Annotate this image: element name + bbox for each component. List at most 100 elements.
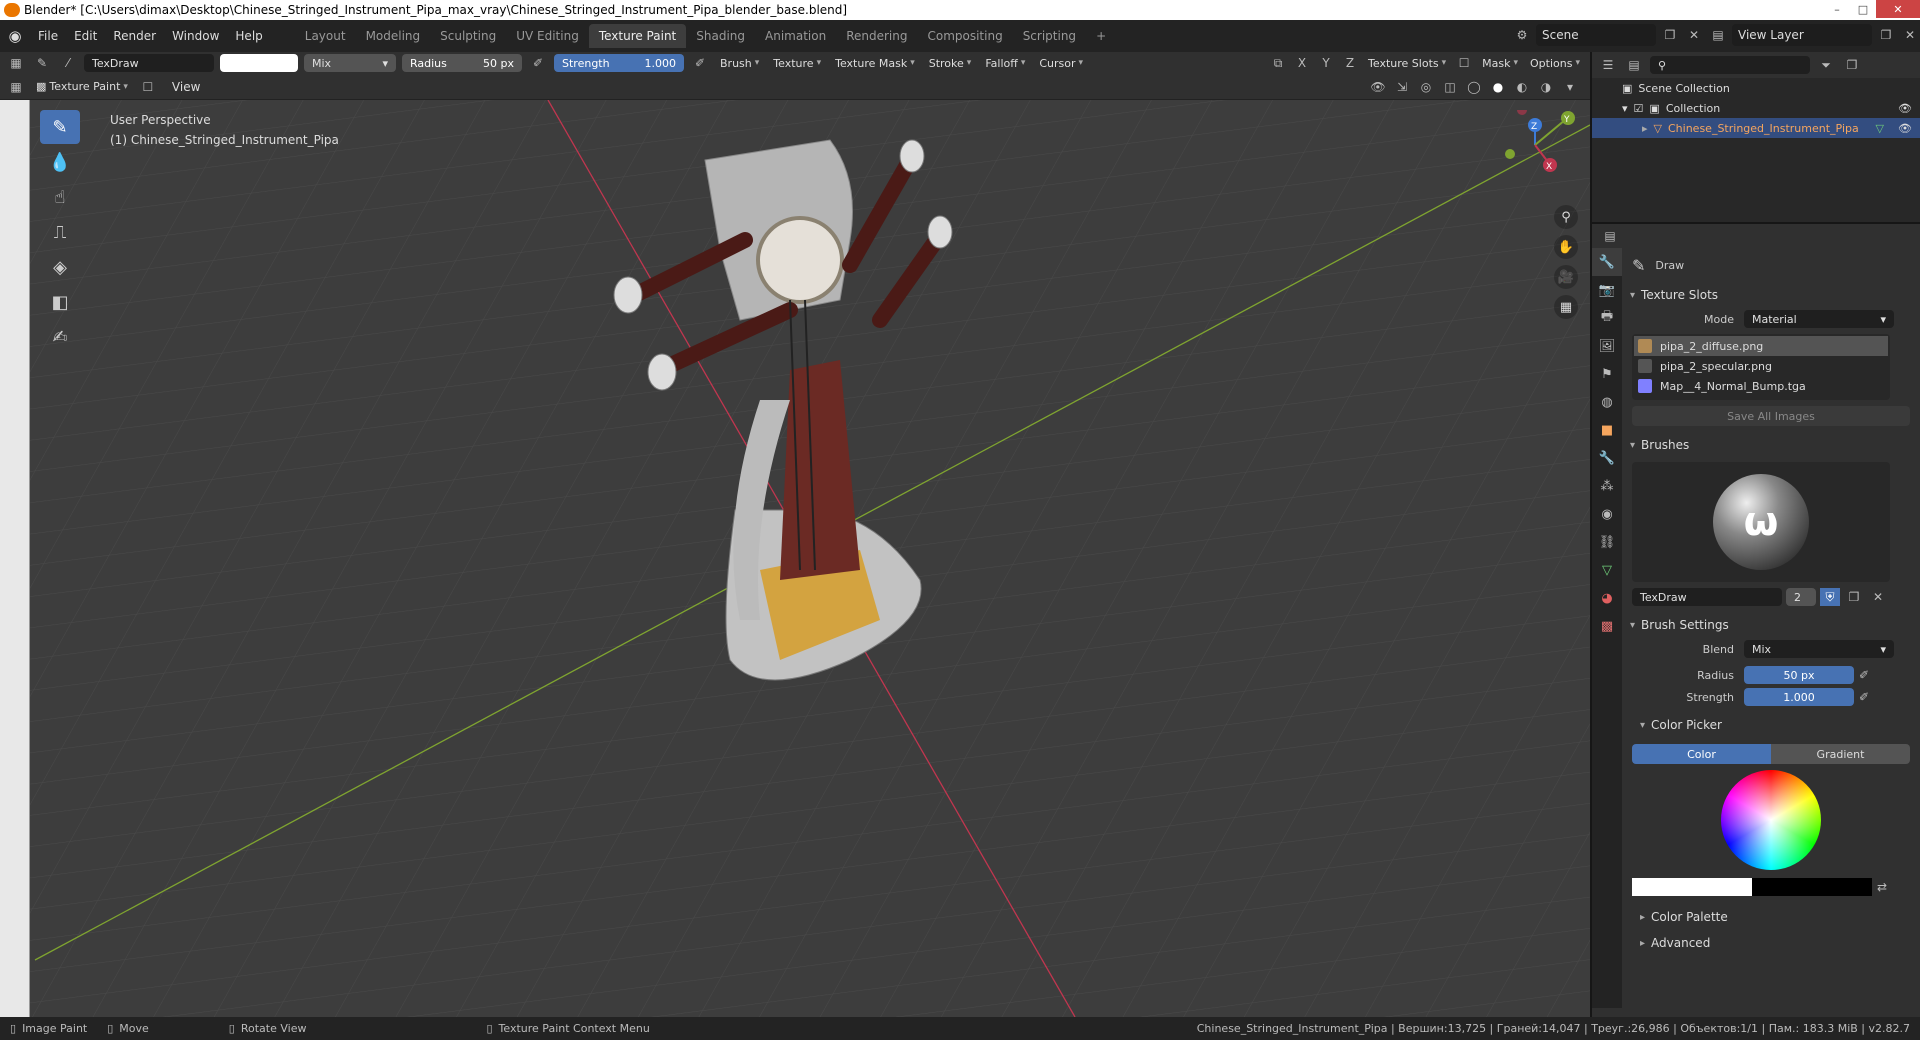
eye-icon[interactable]: 👁 xyxy=(1898,122,1912,135)
tab-shading[interactable]: Shading xyxy=(686,24,755,48)
list-item[interactable]: pipa_2_specular.png xyxy=(1634,356,1888,376)
fake-user-shield-icon[interactable]: ⛨ xyxy=(1820,588,1840,606)
view-layer-field[interactable]: View Layer xyxy=(1732,24,1872,46)
scene-browse-icon[interactable]: ⚙ xyxy=(1512,26,1532,44)
mirror-z-toggle[interactable]: Z xyxy=(1340,54,1360,72)
tab-physics-icon[interactable]: ◉ xyxy=(1592,500,1622,528)
mode-dropdown[interactable]: Material ▾ xyxy=(1744,310,1894,328)
solid-shading-icon[interactable]: ● xyxy=(1488,78,1508,96)
tab-scripting[interactable]: Scripting xyxy=(1013,24,1086,48)
secondary-color-swatch[interactable] xyxy=(1752,878,1872,896)
brush-icon[interactable]: ⁄ xyxy=(58,54,78,72)
tab-output-icon[interactable]: 🖶 xyxy=(1592,304,1622,332)
strength-slider[interactable]: 1.000 xyxy=(1744,688,1854,706)
add-workspace-button[interactable]: + xyxy=(1086,24,1116,48)
face-mask-icon[interactable]: ☐ xyxy=(138,78,158,96)
new-collection-icon[interactable]: ❐ xyxy=(1842,56,1862,74)
minimize-button[interactable]: – xyxy=(1824,0,1850,18)
editor-type-icon[interactable]: ▦ xyxy=(6,54,26,72)
tab-rendering[interactable]: Rendering xyxy=(836,24,917,48)
viewport-editor-type-icon[interactable]: ▦ xyxy=(6,78,26,96)
menu-window[interactable]: Window xyxy=(164,29,227,43)
outliner-scene-collection[interactable]: ▣ Scene Collection xyxy=(1592,78,1920,98)
menu-file[interactable]: File xyxy=(30,29,66,43)
mask-tool-icon[interactable]: ◧ xyxy=(40,285,80,319)
close-button[interactable]: ✕ xyxy=(1876,0,1920,18)
brush-datablock-name[interactable]: TexDraw xyxy=(1632,588,1782,606)
tab-gradient[interactable]: Gradient xyxy=(1771,744,1910,764)
delete-scene-icon[interactable]: ✕ xyxy=(1684,26,1704,44)
stroke-menu[interactable]: Stroke xyxy=(925,57,976,70)
texture-slots-panel-header[interactable]: Texture Slots xyxy=(1624,282,1918,308)
save-all-images-button[interactable]: Save All Images xyxy=(1632,406,1910,426)
color-wheel[interactable] xyxy=(1721,770,1821,870)
material-shading-icon[interactable]: ◐ xyxy=(1512,78,1532,96)
list-item[interactable]: Map__4_Normal_Bump.tga xyxy=(1634,376,1888,396)
xray-toggle-icon[interactable]: ◫ xyxy=(1440,78,1460,96)
tab-modifiers-icon[interactable]: 🔧 xyxy=(1592,444,1622,472)
3d-viewport[interactable]: ✎ 💧 ☝ ⎍ ◈ ◧ ✍ User Perspective (1) Chine… xyxy=(0,100,1590,1017)
tab-render-icon[interactable]: 📷 xyxy=(1592,276,1622,304)
outliner-object-row[interactable]: ▸ ▽ Chinese_Stringed_Instrument_Pipa ▽ 👁 xyxy=(1592,118,1920,138)
radius-field[interactable]: Radius 50 px xyxy=(402,54,522,72)
soften-tool-icon[interactable]: 💧 xyxy=(40,145,80,179)
rendered-shading-icon[interactable]: ◑ xyxy=(1536,78,1556,96)
strength-field[interactable]: Strength 1.000 xyxy=(554,54,684,72)
tab-sculpting[interactable]: Sculpting xyxy=(430,24,506,48)
outliner-search-input[interactable]: ⚲ xyxy=(1650,56,1810,74)
mode-dropdown[interactable]: ▩ Texture Paint xyxy=(32,80,132,93)
options-menu[interactable]: Options xyxy=(1526,57,1584,70)
blend-dropdown[interactable]: Mix ▾ xyxy=(1744,640,1894,658)
color-palette-panel-header[interactable]: Color Palette xyxy=(1624,904,1918,930)
overlay-toggle-icon[interactable]: ◎ xyxy=(1416,78,1436,96)
gizmo-toggle-icon[interactable]: ⇲ xyxy=(1392,78,1412,96)
tab-texture-paint[interactable]: Texture Paint xyxy=(588,24,687,48)
tab-modeling[interactable]: Modeling xyxy=(356,24,431,48)
brush-color-swatch[interactable] xyxy=(220,54,298,72)
tab-texture-icon[interactable]: ▩ xyxy=(1592,612,1622,640)
radius-pressure-icon[interactable]: ✐ xyxy=(1854,666,1874,684)
properties-editor-type-icon[interactable]: ▤ xyxy=(1600,227,1620,245)
duplicate-brush-icon[interactable]: ❐ xyxy=(1844,588,1864,606)
brush-settings-panel-header[interactable]: Brush Settings xyxy=(1624,612,1918,638)
expand-arrow-icon[interactable]: ▸ xyxy=(1642,122,1648,135)
pan-hand-icon[interactable]: ✋ xyxy=(1554,235,1578,259)
tab-uv-editing[interactable]: UV Editing xyxy=(506,24,589,48)
draw-tool-icon[interactable]: ✎ xyxy=(40,110,80,144)
eye-icon[interactable]: 👁 xyxy=(1898,102,1912,115)
tab-view-layer-icon[interactable]: 🖼 xyxy=(1592,332,1622,360)
tab-layout[interactable]: Layout xyxy=(295,24,356,48)
cursor-menu[interactable]: Cursor xyxy=(1035,57,1087,70)
brush-name-field[interactable]: TexDraw xyxy=(84,54,214,72)
delete-view-layer-icon[interactable]: ✕ xyxy=(1900,26,1920,44)
list-item[interactable]: pipa_2_diffuse.png xyxy=(1634,336,1888,356)
axis-gizmo[interactable]: Z Y X xyxy=(1490,105,1580,180)
tab-compositing[interactable]: Compositing xyxy=(917,24,1012,48)
shading-options-icon[interactable]: ▾ xyxy=(1560,78,1580,96)
zoom-icon[interactable]: ⚲ xyxy=(1554,205,1578,229)
brush-menu[interactable]: Brush xyxy=(716,57,763,70)
menu-edit[interactable]: Edit xyxy=(66,29,105,43)
texture-mask-menu[interactable]: Texture Mask xyxy=(831,57,919,70)
unlink-brush-icon[interactable]: ✕ xyxy=(1868,588,1888,606)
falloff-menu[interactable]: Falloff xyxy=(981,57,1029,70)
wireframe-shading-icon[interactable]: ◯ xyxy=(1464,78,1484,96)
mirror-x-toggle[interactable]: X xyxy=(1292,54,1312,72)
texture-slots-menu[interactable]: Texture Slots xyxy=(1364,57,1450,70)
new-view-layer-icon[interactable]: ❐ xyxy=(1876,26,1896,44)
tab-material-icon[interactable]: ◕ xyxy=(1592,584,1622,612)
radius-pressure-icon[interactable]: ✐ xyxy=(528,54,548,72)
symmetry-icon[interactable]: ⧉ xyxy=(1268,54,1288,72)
blend-mode-dropdown[interactable]: Mix ▾ xyxy=(304,54,396,72)
primary-color-swatch[interactable] xyxy=(1632,878,1752,896)
filter-icon[interactable]: ⏷ xyxy=(1816,56,1836,74)
display-mode-icon[interactable]: ▤ xyxy=(1624,56,1644,74)
strength-pressure-icon[interactable]: ✐ xyxy=(690,54,710,72)
checkbox-icon[interactable]: ☑ xyxy=(1634,102,1644,115)
visibility-icon[interactable]: 👁 xyxy=(1368,78,1388,96)
fill-tool-icon[interactable]: ◈ xyxy=(40,250,80,284)
view-menu[interactable]: View xyxy=(164,80,208,94)
mask-menu[interactable]: Mask xyxy=(1478,57,1522,70)
ortho-grid-icon[interactable]: ▦ xyxy=(1554,295,1578,319)
outliner-editor-type-icon[interactable]: ☰ xyxy=(1598,56,1618,74)
